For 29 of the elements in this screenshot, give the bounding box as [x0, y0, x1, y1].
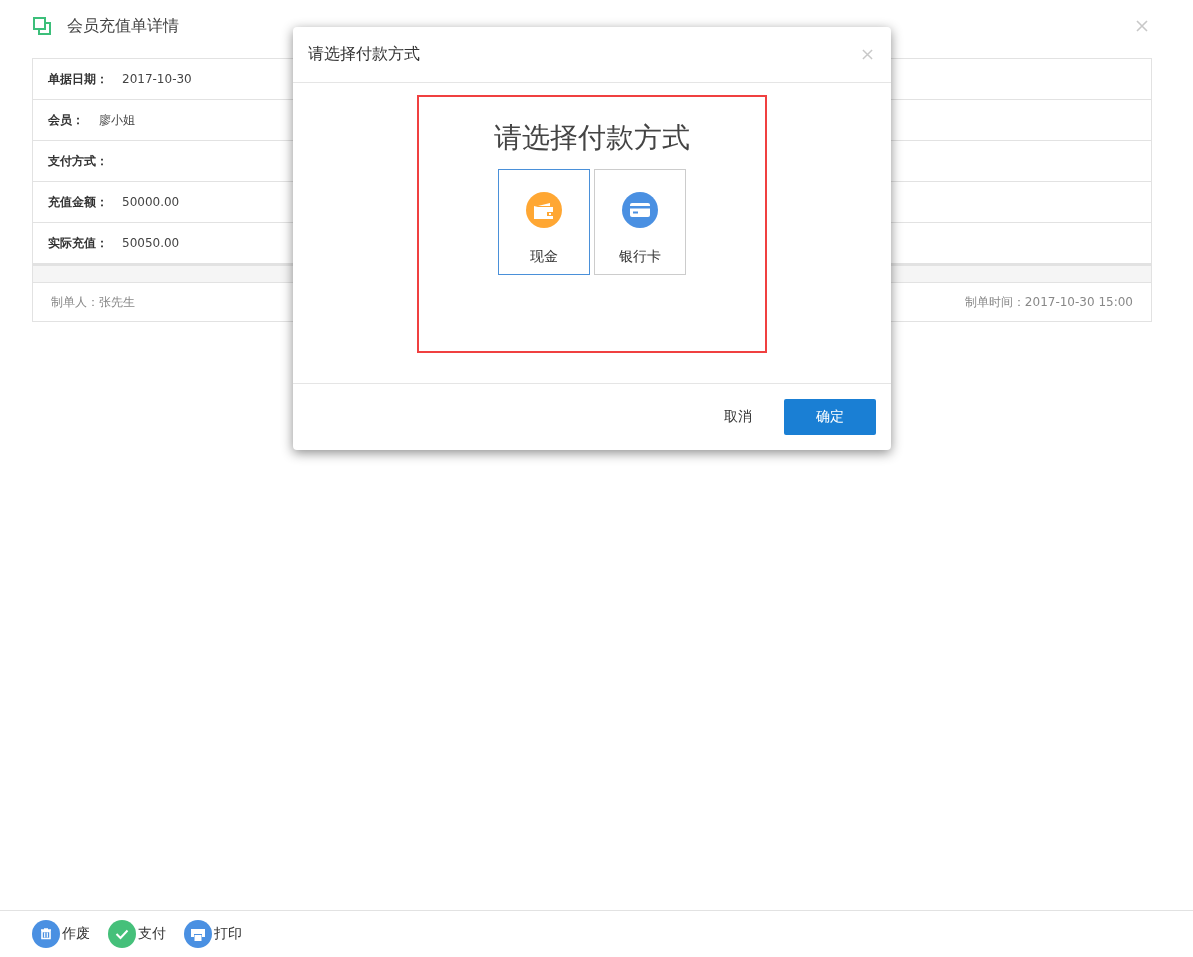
cancel-button[interactable]: 取消 [708, 400, 768, 434]
field-label: 充值金额： [48, 193, 109, 211]
wallet-icon [526, 192, 562, 228]
field-label: 会员： [48, 111, 85, 129]
close-icon[interactable] [862, 49, 873, 60]
close-icon[interactable] [1136, 20, 1148, 32]
copy-icon [33, 17, 51, 35]
field-label: 实际充值： [48, 234, 109, 252]
cash-option[interactable]: 现金 [498, 169, 590, 275]
check-icon [108, 920, 136, 948]
credit-card-icon [622, 192, 658, 228]
print-button[interactable]: 打印 [184, 920, 242, 948]
created-time-text: 制单时间：2017-10-30 15:00 [964, 293, 1133, 311]
card-option[interactable]: 银行卡 [594, 169, 686, 275]
confirm-button[interactable]: 确定 [784, 399, 876, 435]
field-value: 2017-10-30 [122, 72, 192, 86]
pay-button[interactable]: 支付 [108, 920, 166, 948]
trash-icon [32, 920, 60, 948]
field-value: 廖小姐 [99, 111, 135, 129]
field-label: 支付方式： [48, 152, 109, 170]
field-value: 50000.00 [122, 195, 180, 209]
page-title: 会员充值单详情 [67, 15, 180, 37]
creator-text: 制单人：张先生 [51, 293, 135, 311]
void-button[interactable]: 作废 [32, 920, 90, 948]
dialog-heading: 请选择付款方式 [494, 120, 690, 156]
field-value: 50050.00 [122, 236, 180, 250]
dialog-title: 请选择付款方式 [308, 44, 420, 65]
field-label: 单据日期： [48, 70, 109, 88]
printer-icon [184, 920, 212, 948]
